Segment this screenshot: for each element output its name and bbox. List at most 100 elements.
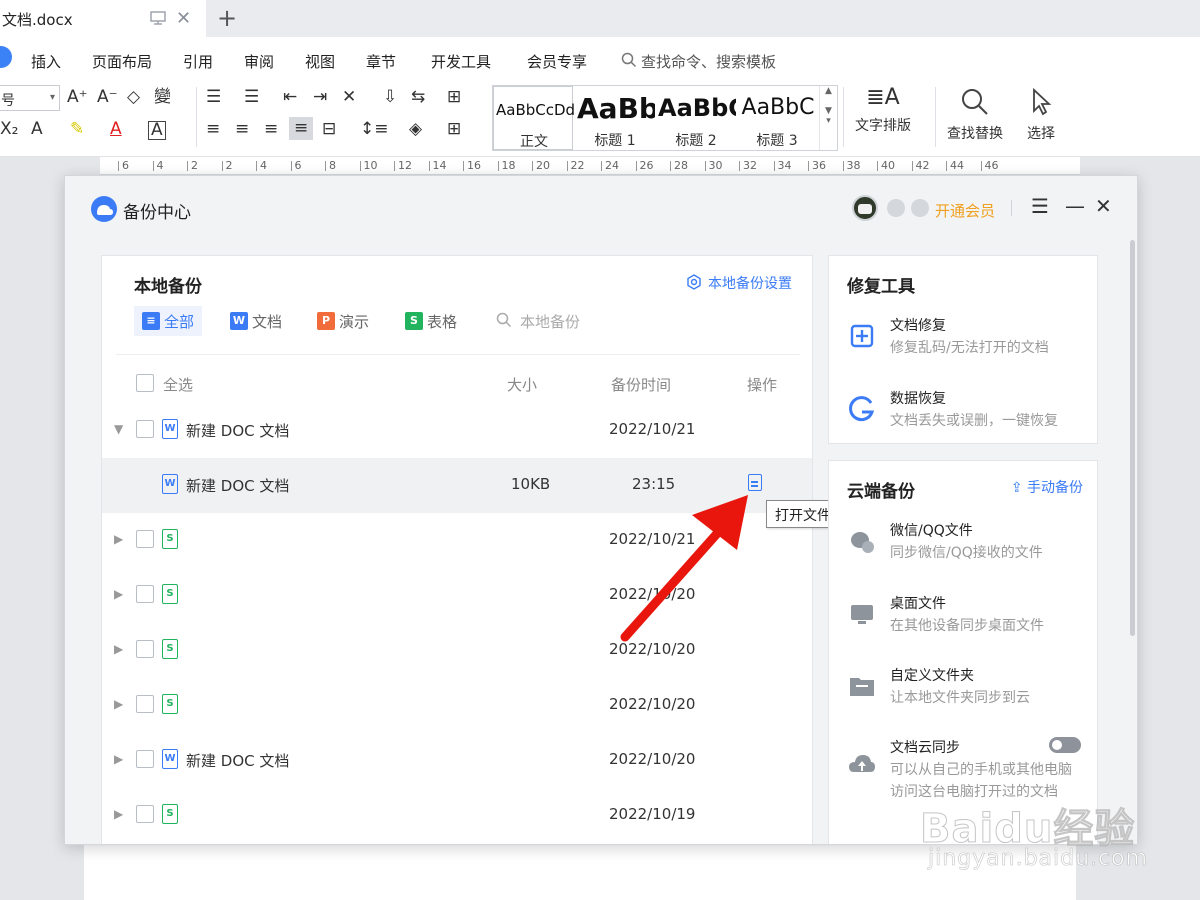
chinese-layout-icon[interactable]: ✕ bbox=[342, 89, 356, 106]
text-direction-icon[interactable]: ⇩ bbox=[383, 89, 397, 106]
minimize-icon[interactable]: — bbox=[1065, 194, 1085, 218]
writer-file-icon: W bbox=[162, 419, 178, 439]
ruler-label: 4 bbox=[156, 159, 164, 172]
pin-window-icon[interactable] bbox=[150, 11, 166, 25]
grow-font-icon[interactable]: A⁺ bbox=[67, 89, 88, 106]
settings-icon bbox=[687, 274, 701, 290]
style-heading-1[interactable]: AaBb 标题 1 bbox=[575, 86, 655, 150]
numbered-list-icon[interactable]: ☰ bbox=[244, 89, 259, 106]
custom-folder-item[interactable]: 自定义文件夹 让本地文件夹同步到云 bbox=[847, 665, 1087, 715]
align-left-icon[interactable]: ≡ bbox=[206, 121, 220, 138]
data-recovery-item[interactable]: 数据恢复 文档丢失或误删，一键恢复 bbox=[847, 388, 1087, 438]
caret-right-icon[interactable]: ▶ bbox=[114, 807, 123, 821]
chat-files-item[interactable]: 微信/QQ文件 同步微信/QQ接收的文件 bbox=[847, 520, 1087, 570]
show-marks-icon[interactable]: ⊞ bbox=[447, 89, 461, 106]
filter-spreadsheets[interactable]: S 表格 bbox=[405, 306, 457, 336]
menu-icon[interactable]: ☰ bbox=[1031, 194, 1049, 218]
row-checkbox[interactable] bbox=[136, 695, 154, 713]
bullet-list-icon[interactable]: ☰ bbox=[206, 89, 221, 106]
style-gallery-scroll[interactable]: ▲ ▼ ▾ bbox=[819, 86, 837, 150]
chat-files-icon bbox=[851, 532, 874, 553]
menu-developer[interactable]: 开发工具 bbox=[431, 51, 491, 72]
borders-icon[interactable]: ⊞ bbox=[447, 121, 461, 138]
subscript-icon[interactable]: X₂ bbox=[0, 121, 18, 138]
avatar[interactable] bbox=[852, 195, 878, 221]
command-search-placeholder: 查找命令、搜索模板 bbox=[641, 53, 777, 71]
horizontal-ruler[interactable]: 6 4 2 2 4 6 8 10 12 14 16 18 20 22 24 26 28 30 32 34 36 38 40 4… bbox=[100, 157, 1080, 175]
menu-member[interactable]: 会员专享 bbox=[527, 51, 587, 72]
table-row[interactable]: ▶ S 2022/10/19 bbox=[102, 788, 812, 843]
manual-backup-button[interactable]: ⇪ 手动备份 bbox=[1011, 477, 1083, 497]
caret-right-icon[interactable]: ▶ bbox=[114, 697, 123, 711]
ruler-tick bbox=[394, 161, 395, 171]
align-right-icon[interactable]: ≡ bbox=[264, 121, 278, 138]
table-row[interactable]: ▶ W 新建 DOC 文档 2022/10/20 bbox=[102, 733, 812, 788]
row-checkbox[interactable] bbox=[136, 750, 154, 768]
row-checkbox[interactable] bbox=[136, 530, 154, 548]
ruler-tick bbox=[601, 161, 602, 171]
command-search[interactable]: 查找命令、搜索模板 bbox=[621, 51, 776, 72]
table-row[interactable]: ▶ S 2022/10/20 bbox=[102, 678, 812, 733]
close-icon[interactable]: ✕ bbox=[1095, 194, 1112, 218]
menu-section[interactable]: 章节 bbox=[366, 51, 396, 72]
dialog-scrollbar[interactable] bbox=[1130, 240, 1135, 636]
select-all-checkbox[interactable] bbox=[136, 374, 154, 392]
distributed-align-icon[interactable]: ⊟ bbox=[322, 121, 336, 138]
ruler-tick bbox=[187, 161, 188, 171]
row-checkbox[interactable] bbox=[136, 420, 154, 438]
data-recovery-icon bbox=[849, 396, 875, 422]
char-border-icon[interactable]: A bbox=[148, 121, 166, 140]
filter-presentations[interactable]: P 演示 bbox=[317, 306, 369, 336]
local-backup-settings-link[interactable]: 本地备份设置 bbox=[687, 273, 792, 293]
menu-review[interactable]: 审阅 bbox=[244, 51, 274, 72]
text-layout-button[interactable]: ≣A 文字排版 bbox=[855, 87, 911, 135]
ruler-label: 30 bbox=[708, 159, 723, 172]
document-repair-item[interactable]: 文档修复 修复乱码/无法打开的文档 bbox=[847, 315, 1087, 365]
shrink-font-icon[interactable]: A⁻ bbox=[97, 89, 118, 106]
menu-view[interactable]: 视图 bbox=[305, 51, 335, 72]
font-size-select[interactable]: 号 ▾ bbox=[0, 85, 60, 111]
menu-insert[interactable]: 插入 bbox=[31, 51, 61, 72]
text-effect-icon[interactable]: A bbox=[31, 121, 43, 138]
shading-icon[interactable]: ◈ bbox=[409, 121, 422, 138]
close-tab-icon[interactable]: ✕ bbox=[176, 8, 191, 29]
align-center-icon[interactable]: ≡ bbox=[235, 121, 249, 138]
row-checkbox[interactable] bbox=[136, 640, 154, 658]
font-color-icon[interactable]: A bbox=[110, 121, 122, 138]
phonetic-guide-icon[interactable]: 變 bbox=[154, 89, 171, 106]
menu-references[interactable]: 引用 bbox=[183, 51, 213, 72]
justify-icon[interactable]: ≡ bbox=[289, 117, 314, 140]
highlight-icon[interactable]: ✎ bbox=[70, 121, 84, 138]
caret-right-icon[interactable]: ▶ bbox=[114, 587, 123, 601]
caret-right-icon[interactable]: ▶ bbox=[114, 532, 123, 546]
local-backup-search[interactable]: 本地备份 bbox=[496, 311, 580, 332]
caret-right-icon[interactable]: ▶ bbox=[114, 642, 123, 656]
document-tab[interactable]: 文档.docx ✕ bbox=[0, 0, 206, 37]
menu-page-layout[interactable]: 页面布局 bbox=[92, 51, 152, 72]
style-heading-2[interactable]: AaBbC 标题 2 bbox=[656, 86, 736, 150]
open-vip-link[interactable]: 开通会员 bbox=[935, 200, 995, 221]
line-spacing-icon[interactable]: ↕≡ bbox=[360, 121, 389, 138]
find-replace-button[interactable]: 查找替换 bbox=[947, 87, 1003, 143]
clear-format-icon[interactable]: ◇ bbox=[127, 89, 140, 106]
sort-icon[interactable]: ⇆ bbox=[411, 89, 425, 106]
style-heading-3[interactable]: AaBbC 标题 3 bbox=[737, 86, 817, 150]
caret-right-icon[interactable]: ▶ bbox=[114, 752, 123, 766]
filter-documents[interactable]: W 文档 bbox=[230, 306, 282, 336]
table-row[interactable]: ▼ W 新建 DOC 文档 2022/10/21 bbox=[102, 403, 812, 458]
style-normal[interactable]: AaBbCcDd 正文 bbox=[493, 86, 574, 150]
row-checkbox[interactable] bbox=[136, 585, 154, 603]
filter-all[interactable]: ≡ 全部 bbox=[134, 306, 203, 336]
desktop-files-item[interactable]: 桌面文件 在其他设备同步桌面文件 bbox=[847, 593, 1087, 643]
ruler-label: 26 bbox=[639, 159, 654, 172]
menu-bar: 插入 页面布局 引用 审阅 视图 章节 开发工具 会员专享 查找命令、搜索模板 bbox=[0, 37, 1200, 77]
caret-down-icon[interactable]: ▼ bbox=[114, 422, 123, 436]
new-tab-button[interactable]: + bbox=[217, 4, 237, 32]
increase-indent-icon[interactable]: ⇥ bbox=[313, 89, 327, 106]
cloud-sync-toggle[interactable] bbox=[1049, 737, 1081, 753]
app-menu-button[interactable] bbox=[0, 46, 12, 68]
select-button[interactable]: 选择 bbox=[1027, 87, 1055, 143]
ruler-label: 38 bbox=[846, 159, 861, 172]
decrease-indent-icon[interactable]: ⇤ bbox=[283, 89, 297, 106]
row-checkbox[interactable] bbox=[136, 805, 154, 823]
